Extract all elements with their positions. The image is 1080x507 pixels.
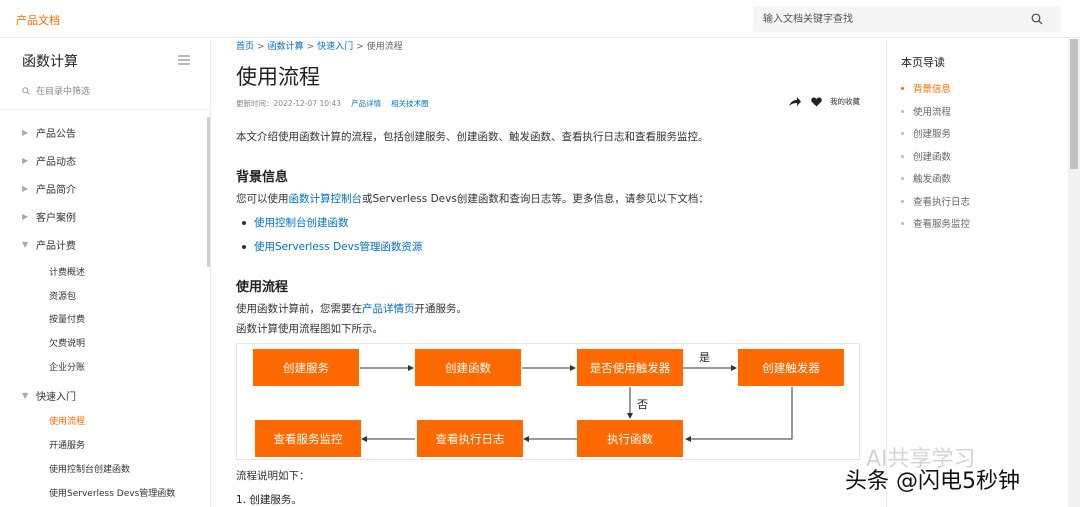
search-box[interactable] [753,6,1061,32]
page-actions: 我的收藏 [779,96,860,107]
watermark-author: 头条 @闪电5秒钟 [845,469,1020,494]
divider [0,109,210,110]
intro-text: 本文介绍使用函数计算的流程，包括创建服务、创建函数、触发函数、查看执行日志和查看… [236,131,709,143]
sidebar-item-cases[interactable]: ▶ 客户案例 [0,209,205,224]
sidebar-item-serverless-devs[interactable]: 使用Serverless Devs管理函数 [0,486,205,499]
favorite-label[interactable]: 我的收藏 [830,96,860,107]
sidebar-item-usage-flow[interactable]: 使用流程 [0,414,205,427]
flow-box-view-logs: 查看执行日志 [417,420,523,457]
toc-item-usage-flow[interactable]: 使用流程 [901,104,951,118]
flow-label-no: 否 [637,398,648,411]
page-meta: 更新时间：2022-12-07 10:43 产品详情 相关技术圈 [236,98,429,109]
main-content: 首页 > 函数计算 > 快速入门 > 使用流程 使用流程 更新时间：2022-12-07 1… [236,39,862,507]
sidebar-item-split-billing[interactable]: 企业分账 [0,360,205,373]
sidebar-item-intro[interactable]: ▶ 产品简介 [0,181,205,196]
chevron-right-icon: ▶ [22,128,29,137]
flow-label-yes: 是 [699,351,710,364]
breadcrumb-current: 使用流程 [366,42,403,52]
flow-intro: 流程说明如下： [236,470,310,482]
flow-box-create-trigger: 创建触发器 [738,349,844,386]
sidebar-item-billing-overview[interactable]: 计费概述 [0,265,205,278]
toc-title: 本页导读 [901,56,945,69]
chevron-right-icon: ▶ [22,184,29,193]
flowchart: 创建服务 创建函数 是否使用触发器 创建触发器 执行函数 查看执行日志 查看服务… [236,343,860,460]
sidebar: 函数计算 在目录中筛选 ▶ 产品公告 ▶ 产品动态 ▶ 产品简介 ▶ 客户案例 ▼ 产品计… [0,39,211,507]
sidebar-item-announcements[interactable]: ▶ 产品公告 [0,125,205,140]
toc-item-view-logs[interactable]: 查看执行日志 [901,194,970,208]
top-bar: 产品文档 [0,0,1080,38]
toc: 本页导读 背景信息 使用流程 创建服务 创建函数 触发函数 查看执行日志 查看服… [886,39,1060,507]
updated-time: 更新时间：2022-12-07 10:43 [236,99,342,108]
flow-box-create-function: 创建函数 [415,349,521,386]
toc-item-trigger-function[interactable]: 触发函数 [901,171,951,185]
flow-description: 函数计算使用流程图如下所示。 [236,323,383,335]
step-1: 1. 创建服务。 [236,494,302,506]
heading-usage-flow: 使用流程 [236,280,289,295]
page-scrollbar-thumb[interactable] [1070,39,1078,169]
tech-circle-link[interactable]: 相关技术圈 [391,99,429,108]
bullet-link-serverless[interactable]: 使用Serverless Devs管理函数资源 [242,239,422,254]
breadcrumb-home[interactable]: 首页 [236,42,254,52]
sidebar-filter-placeholder: 在目录中筛选 [36,87,91,97]
sidebar-item-pay-as-you-go[interactable]: 按量付费 [0,312,205,325]
share-icon[interactable] [789,96,801,107]
heart-icon[interactable] [811,97,822,107]
flow-box-use-trigger: 是否使用触发器 [577,349,683,386]
breadcrumb-fc[interactable]: 函数计算 [268,42,304,52]
sidebar-item-overdue[interactable]: 欠费说明 [0,336,205,349]
chevron-down-icon: ▼ [22,391,29,400]
heading-background: 背景信息 [236,170,289,185]
toc-item-background[interactable]: 背景信息 [901,81,951,95]
toc-item-view-monitor[interactable]: 查看服务监控 [901,216,970,230]
chevron-down-icon: ▼ [22,240,29,249]
toc-item-create-service[interactable]: 创建服务 [901,126,951,140]
flow-box-view-monitor: 查看服务监控 [255,420,361,457]
sidebar-item-console-create[interactable]: 使用控制台创建函数 [0,462,205,475]
page-title: 使用流程 [236,65,320,89]
background-text: 您可以使用函数计算控制台或Serverless Devs创建函数和查询日志等。更… [236,193,709,205]
menu-icon[interactable] [178,55,190,65]
chevron-right-icon: ▶ [22,156,29,165]
sidebar-item-activate[interactable]: 开通服务 [0,438,205,451]
flow-box-create-service: 创建服务 [253,349,359,386]
sidebar-item-resource-pack[interactable]: 资源包 [0,289,205,302]
sidebar-title: 函数计算 [22,54,78,70]
product-detail-link[interactable]: 产品详情 [351,99,381,108]
page-scrollbar[interactable] [1068,39,1080,507]
search-input[interactable] [763,10,1013,28]
console-link[interactable]: 函数计算控制台 [289,193,363,205]
search-icon [22,86,30,95]
sidebar-item-quickstart[interactable]: ▼ 快速入门 [0,388,205,403]
sidebar-filter[interactable]: 在目录中筛选 [22,84,90,97]
sidebar-item-updates[interactable]: ▶ 产品动态 [0,153,205,168]
brand-link[interactable]: 产品文档 [16,12,60,28]
usage-text: 使用函数计算前，您需要在产品详情页开通服务。 [236,303,467,315]
search-icon[interactable] [1031,13,1043,25]
sidebar-item-billing[interactable]: ▼ 产品计费 [0,237,205,252]
breadcrumb-quickstart[interactable]: 快速入门 [317,42,353,52]
product-detail-page-link[interactable]: 产品详情页 [362,303,415,315]
breadcrumb: 首页 > 函数计算 > 快速入门 > 使用流程 [236,42,403,52]
bullet-link-console[interactable]: 使用控制台创建函数 [242,215,349,230]
flow-box-execute-function: 执行函数 [577,420,683,457]
toc-item-create-function[interactable]: 创建函数 [901,149,951,163]
sidebar-scrollbar[interactable] [207,117,210,267]
chevron-right-icon: ▶ [22,212,29,221]
